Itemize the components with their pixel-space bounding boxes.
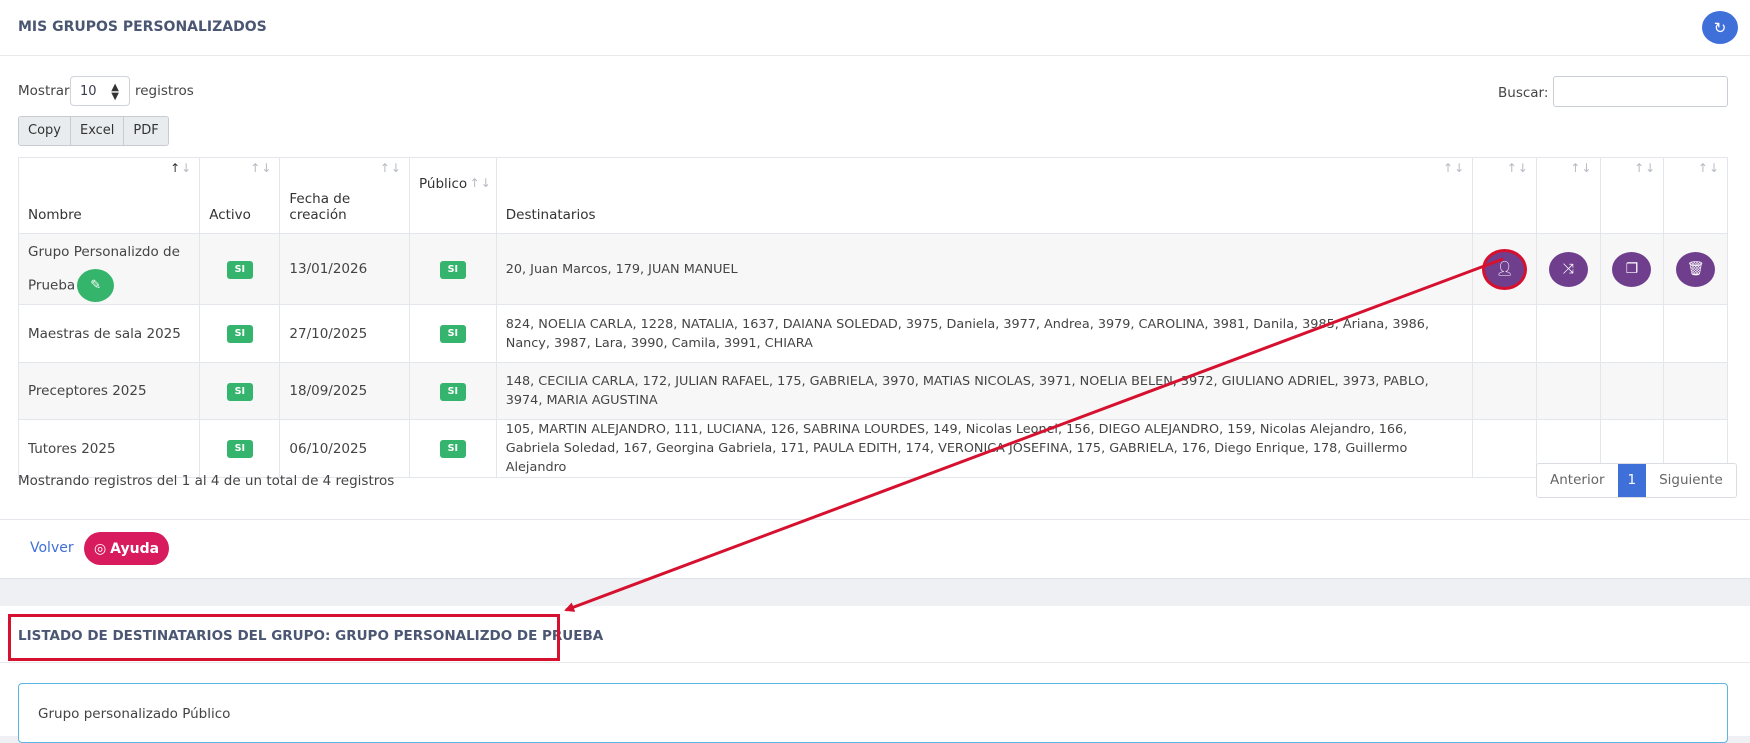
annotation-arrow: [564, 257, 1504, 612]
